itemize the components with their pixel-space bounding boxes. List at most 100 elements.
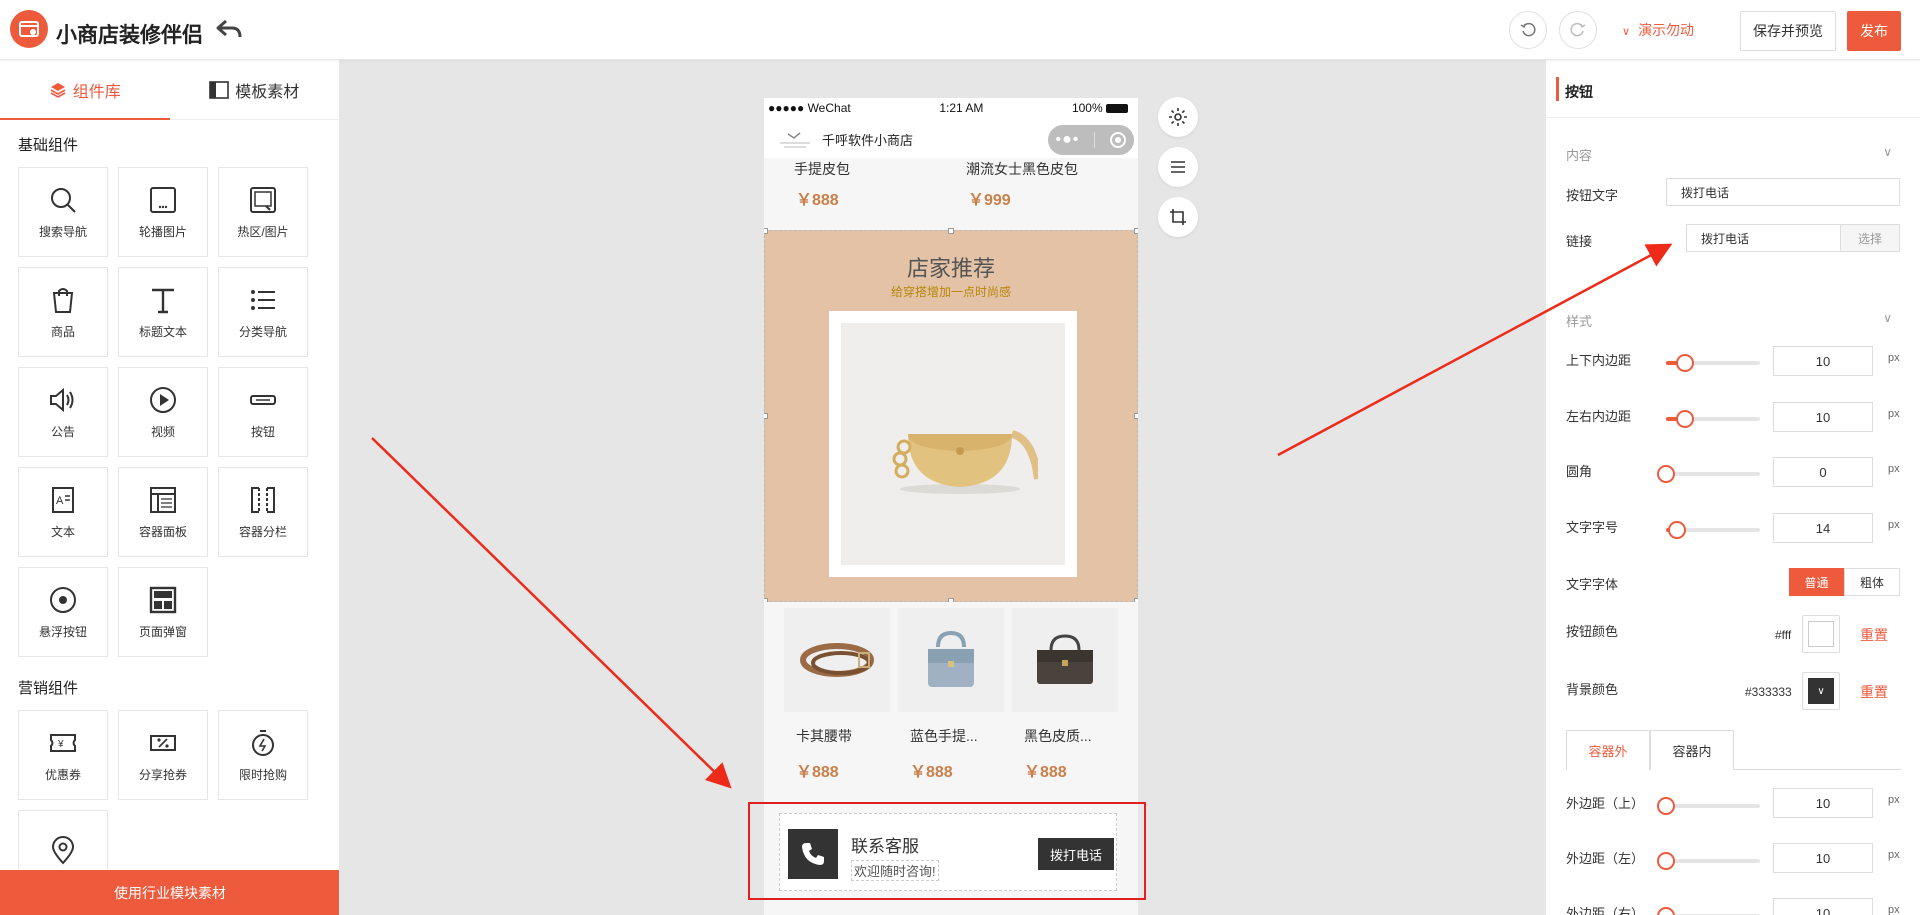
slider-knob[interactable] — [1657, 852, 1675, 870]
font-size-label: 文字字号 — [1566, 520, 1619, 535]
store-name: 千呼软件小商店 — [822, 133, 914, 148]
svg-text:¥: ¥ — [57, 739, 64, 750]
call-button[interactable]: 拨打电话 — [1038, 838, 1114, 870]
reset-button-color[interactable]: 重置 — [1860, 625, 1888, 645]
component-carousel[interactable]: 轮播图片 — [118, 167, 208, 257]
location-pin-icon — [51, 836, 75, 865]
resize-handle[interactable] — [764, 228, 768, 234]
padding-vertical-input[interactable]: 10 — [1773, 346, 1873, 376]
top-bar: 小商店装修伴侣 ∨ 演示勿动 保存并预览 发布 — [0, 0, 1920, 60]
component-product[interactable]: 商品 — [18, 267, 108, 357]
component-popup[interactable]: 页面弹窗 — [118, 567, 208, 657]
hotspot-image-icon — [250, 186, 276, 213]
crop-button[interactable] — [1158, 197, 1198, 237]
button-color-swatch[interactable] — [1802, 615, 1840, 653]
customer-service-block[interactable]: 联系客服 欢迎随时咨询! 拨打电话 — [779, 813, 1117, 891]
tab-templates[interactable]: 模板素材 — [170, 60, 340, 119]
resize-handle[interactable] — [1134, 413, 1138, 419]
component-category-nav[interactable]: 分类导航 — [218, 267, 308, 357]
slider-knob[interactable] — [1657, 465, 1675, 483]
tab-container-inner[interactable]: 容器内 — [1650, 730, 1734, 770]
miniapp-capsule[interactable]: •●• — [1048, 125, 1134, 155]
undo-icon — [1520, 22, 1536, 37]
chevron-down-icon[interactable]: ∨ — [1883, 311, 1892, 325]
product-card[interactable]: 卡其腰带 ￥888 — [784, 608, 890, 782]
canvas-side-tools — [1158, 97, 1198, 247]
back-arrow-icon[interactable] — [214, 17, 244, 43]
padding-horizontal-slider[interactable] — [1666, 410, 1760, 428]
blue-bag-image — [898, 608, 1004, 712]
margin-top-input[interactable]: 10 — [1773, 788, 1873, 818]
redo-button[interactable] — [1559, 11, 1597, 49]
publish-button[interactable]: 发布 — [1847, 11, 1901, 51]
link-input[interactable]: 拨打电话 — [1686, 224, 1841, 252]
resize-handle[interactable] — [1134, 228, 1138, 234]
close-miniapp-icon — [1110, 132, 1127, 148]
component-search-nav[interactable]: 搜索导航 — [18, 167, 108, 257]
tab-components[interactable]: 组件库 — [0, 60, 170, 119]
radius-input[interactable]: 0 — [1773, 457, 1873, 487]
margin-top-label: 外边距（上） — [1566, 796, 1645, 811]
undo-button[interactable] — [1509, 11, 1547, 49]
unit-label: px — [1888, 463, 1900, 475]
product-card[interactable]: 蓝色手提... ￥888 — [898, 608, 1004, 782]
margin-left-input[interactable]: 10 — [1773, 843, 1873, 873]
margin-right-input[interactable]: 10 — [1773, 898, 1873, 915]
component-video[interactable]: 视频 — [118, 367, 208, 457]
menu-button[interactable] — [1158, 147, 1198, 187]
font-size-slider[interactable] — [1666, 521, 1760, 539]
belt-image — [784, 608, 890, 712]
component-button[interactable]: 按钮 — [218, 367, 308, 457]
component-text[interactable]: A 文本 — [18, 467, 108, 557]
reset-background-color[interactable]: 重置 — [1860, 682, 1888, 702]
component-hotspot-image[interactable]: 热区/图片 — [218, 167, 308, 257]
properties-title: 按钮 — [1565, 84, 1593, 100]
component-title-text[interactable]: 标题文本 — [118, 267, 208, 357]
component-float-button[interactable]: 悬浮按钮 — [18, 567, 108, 657]
font-size-input[interactable]: 14 — [1773, 513, 1873, 543]
component-share-coupon[interactable]: 分享抢券 — [118, 710, 208, 800]
background-color-swatch[interactable]: ∨ — [1802, 672, 1840, 710]
font-normal-option[interactable]: 普通 — [1789, 568, 1844, 596]
container-columns-icon — [251, 486, 275, 513]
margin-left-slider[interactable] — [1657, 852, 1760, 870]
unit-label: px — [1888, 519, 1900, 531]
settings-button[interactable] — [1158, 97, 1198, 137]
component-flash-sale[interactable]: 限时抢购 — [218, 710, 308, 800]
padding-vertical-slider[interactable] — [1666, 354, 1760, 372]
demo-dropdown[interactable]: ∨ 演示勿动 — [1622, 20, 1694, 40]
speaker-icon — [50, 387, 74, 412]
padding-horizontal-input[interactable]: 10 — [1773, 402, 1873, 432]
resize-handle[interactable] — [948, 228, 954, 234]
button-text-input[interactable]: 拨打电话 — [1666, 178, 1900, 206]
basic-components-grid: 搜索导航 轮播图片 热区/图片 商品 标题文本 分类导航 公告 视频 按钮 A … — [18, 167, 339, 657]
component-container-columns[interactable]: 容器分栏 — [218, 467, 308, 557]
svg-text:A: A — [56, 495, 64, 507]
component-label: 标题文本 — [138, 324, 187, 339]
product-card[interactable]: 黑色皮质... ￥888 — [1012, 608, 1118, 782]
resize-handle[interactable] — [764, 413, 768, 419]
tab-container-outer[interactable]: 容器外 — [1566, 730, 1650, 770]
link-choose-button[interactable]: 选择 — [1840, 224, 1900, 252]
component-label: 商品 — [50, 324, 75, 339]
margin-top-slider[interactable] — [1657, 797, 1760, 815]
industry-template-button[interactable]: 使用行业模块素材 — [0, 870, 339, 915]
library-tabs: 组件库 模板素材 — [0, 60, 339, 120]
product-price: ￥888 — [796, 764, 839, 781]
slider-knob[interactable] — [1657, 907, 1675, 915]
chevron-down-icon[interactable]: ∨ — [1883, 145, 1892, 159]
component-coupon[interactable]: ¥ 优惠券 — [18, 710, 108, 800]
content-group-title: 内容 — [1566, 148, 1593, 163]
slider-knob[interactable] — [1657, 797, 1675, 815]
component-notice[interactable]: 公告 — [18, 367, 108, 457]
radius-slider[interactable] — [1657, 465, 1760, 483]
slider-knob[interactable] — [1675, 354, 1694, 372]
component-container-panel[interactable]: 容器面板 — [118, 467, 208, 557]
font-bold-option[interactable]: 粗体 — [1844, 568, 1900, 596]
slider-knob[interactable] — [1675, 410, 1694, 428]
save-preview-button[interactable]: 保存并预览 — [1740, 11, 1836, 51]
slider-knob[interactable] — [1668, 521, 1687, 539]
recommend-banner[interactable]: 店家推荐 给穿搭增加一点时尚感 — [764, 228, 1138, 604]
padding-horizontal-label: 左右内边距 — [1566, 409, 1632, 424]
active-tab-indicator — [0, 118, 170, 120]
